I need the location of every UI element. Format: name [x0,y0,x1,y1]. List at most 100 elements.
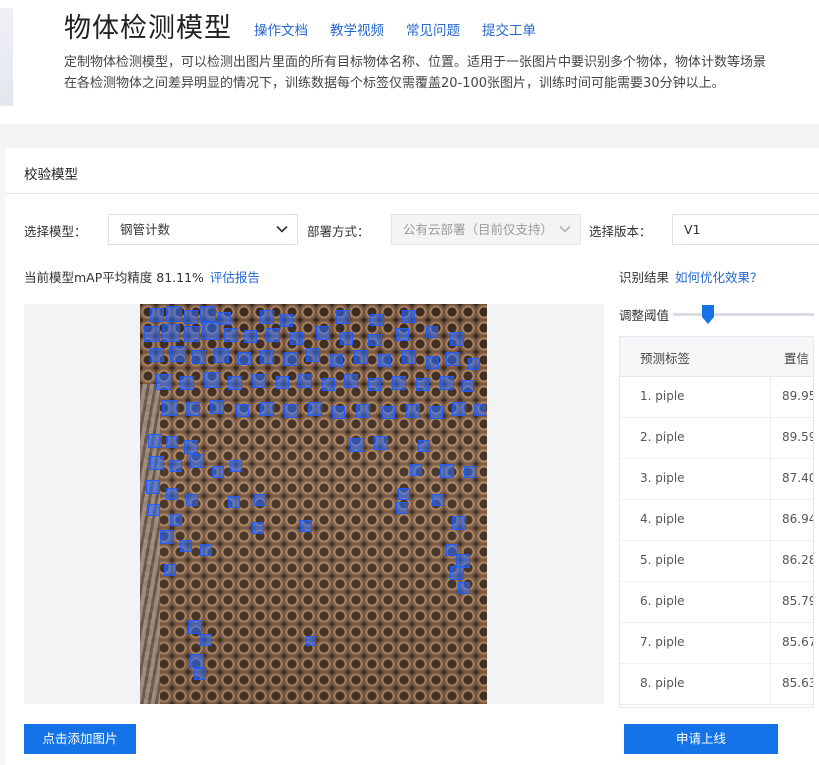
detection-box [284,404,298,418]
detection-box [184,326,200,342]
header-illustration [0,8,13,106]
evaluation-report-link[interactable]: 评估报告 [210,270,260,285]
detection-box [396,328,409,341]
detection-box [350,438,364,452]
detection-box [180,540,192,552]
threshold-slider-handle[interactable] [702,305,715,324]
detection-box [284,352,298,366]
detection-box [308,402,322,416]
detection-box [212,466,224,478]
model-select[interactable]: 钢管计数 [108,214,298,245]
version-label: 选择版本： [589,224,652,239]
detection-box [474,404,486,416]
chevron-down-icon [276,225,288,233]
detection-box [306,636,316,646]
row-label: 8. piple [640,676,685,690]
detection-box [298,374,312,388]
table-row[interactable]: 5. piple 86.28 [620,541,813,582]
map-accuracy: 当前模型mAP平均精度 81.11% 评估报告 [24,267,260,286]
detection-box [148,434,162,448]
detection-box [254,494,266,506]
page-description: 定制物体检测模型，可以检测出图片里面的所有目标物体名称、位置。适用于一张图片中要… [64,52,819,94]
add-image-button[interactable]: 点击添加图片 [24,724,136,754]
detection-box [228,496,240,508]
description-line-2: 在各检测物体之间差异明显的情况下，训练数据每个标签仅需覆盖20-100张图片，训… [64,76,725,91]
detection-box [146,480,160,494]
row-label: 2. piple [640,430,685,444]
link-tutorial-video[interactable]: 教学视频 [330,19,384,39]
detection-box [244,330,257,343]
row-confidence: 86.94 [782,512,814,526]
detection-box [266,328,280,342]
image-preview [24,304,604,704]
detection-box [340,332,353,345]
detection-box [276,376,289,389]
table-row[interactable]: 4. piple 86.94 [620,500,813,541]
threshold-slider-track[interactable] [673,313,814,316]
table-row[interactable]: 7. piple 85.67 [620,623,813,664]
detection-box [330,354,343,367]
detection-box [306,348,320,362]
detection-box [214,348,229,363]
detection-box [280,314,293,327]
detection-box [238,352,251,365]
apply-online-button[interactable]: 申请上线 [624,724,778,754]
table-row[interactable]: 2. piple 89.59 [620,418,813,459]
detection-box [392,376,406,390]
version-select[interactable]: V1 [672,214,819,245]
model-label: 选择模型： [24,224,87,239]
detection-box [236,404,249,417]
detection-box [406,404,420,418]
detection-box [300,520,312,532]
detection-box [398,488,410,500]
detection-box [458,582,470,594]
optimize-link[interactable]: 如何优化效果？ [675,270,763,285]
link-docs[interactable]: 操作文档 [254,19,308,39]
detection-box [162,400,178,416]
detection-box [186,402,200,416]
detection-box [166,488,178,500]
detection-box [170,346,186,362]
detection-image [140,304,487,704]
detection-box [410,464,422,476]
description-line-1: 定制物体检测模型，可以检测出图片里面的所有目标物体名称、位置。适用于一张图片中要… [64,55,767,70]
table-row[interactable]: 6. piple 85.79 [620,582,813,623]
detection-box [200,306,216,322]
detection-box [450,566,464,580]
link-submit-ticket[interactable]: 提交工单 [482,19,536,39]
detection-box [204,372,220,388]
detection-box [170,514,182,526]
detection-box [200,634,212,646]
table-row[interactable]: 8. piple 85.63 [620,664,813,705]
table-row[interactable]: 3. piple 87.40 [620,459,813,500]
detection-box [426,356,439,369]
detection-box [150,348,164,362]
page-header: 物体检测模型 操作文档 教学视频 常见问题 提交工单 定制物体检测模型，可以检测… [0,0,819,124]
row-label: 5. piple [640,553,685,567]
detection-box [188,620,202,634]
detection-box [418,440,430,452]
row-label: 1. piple [640,389,685,403]
deploy-select-value: 公有云部署（目前仅支持） [403,222,554,237]
detection-box [228,376,242,390]
detection-box [166,306,182,322]
detection-box [180,376,194,390]
detection-box [432,494,444,506]
table-row[interactable]: 1. piple 89.95 [620,377,813,418]
detection-box [230,460,242,472]
detection-box [290,332,303,345]
detection-box [396,502,408,514]
row-confidence: 86.28 [782,553,814,567]
results-table-header: 预测标签 置信 [620,337,813,377]
link-faq[interactable]: 常见问题 [406,19,460,39]
detection-box [150,308,164,322]
chevron-down-icon [559,225,571,233]
detection-box [426,326,438,338]
detection-box [186,494,198,506]
detection-box [316,326,330,340]
detection-box [184,440,198,454]
detection-box [190,454,204,468]
detection-box [164,564,176,576]
detection-box [336,310,350,324]
detection-box [150,456,164,470]
